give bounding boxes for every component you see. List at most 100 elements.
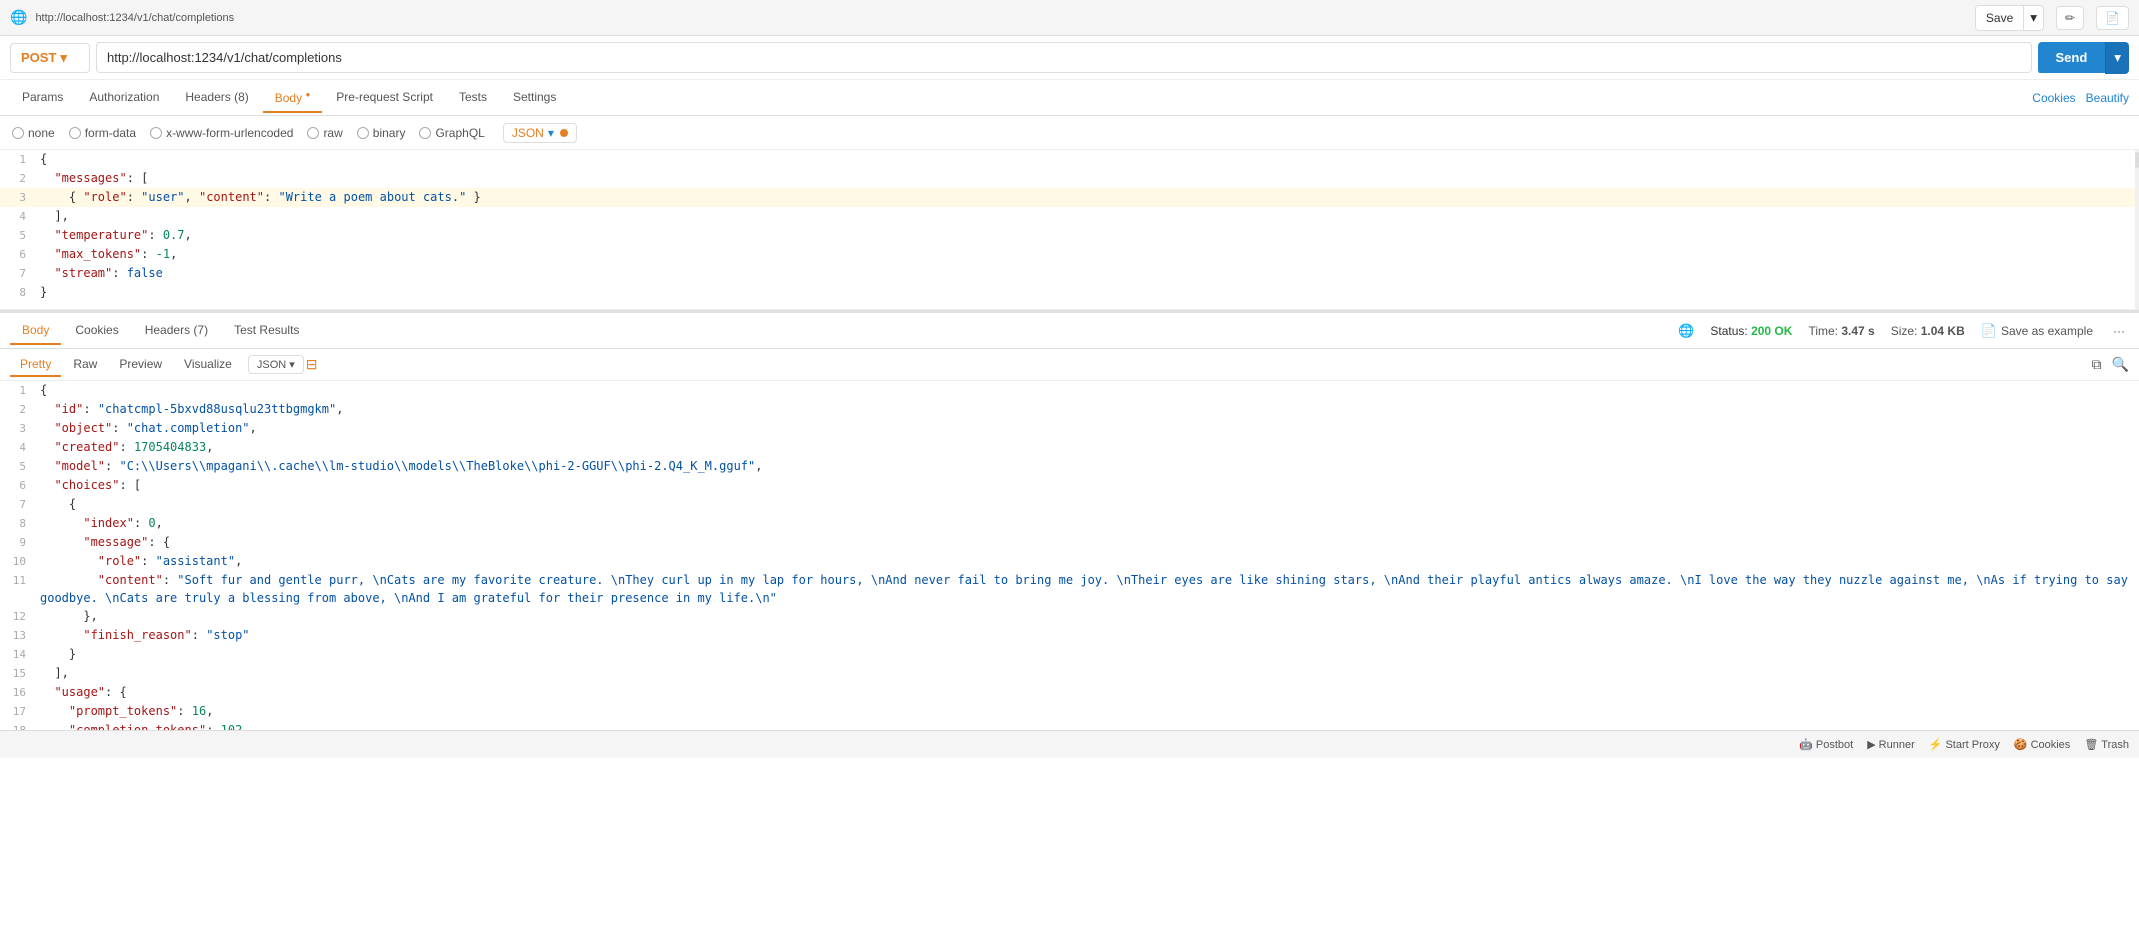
response-section: Body Cookies Headers (7) Test Results 🌐 …: [0, 310, 2139, 730]
radio-binary: [357, 127, 369, 139]
tab-body[interactable]: Body ●: [263, 84, 323, 113]
json-format-select[interactable]: JSON ▾: [503, 123, 577, 143]
save-button[interactable]: Save: [1976, 7, 2023, 29]
rfmt-tab-raw[interactable]: Raw: [63, 353, 107, 377]
save-dropdown-button[interactable]: ▾: [2023, 6, 2043, 30]
req-line-2: 2 "messages": [: [0, 169, 2139, 188]
status-info: 🌐 Status: 200 OK Time: 3.47 s Size: 1.04…: [1678, 323, 2129, 339]
response-code-area[interactable]: 1 { 2 "id": "chatcmpl-5bxvd88usqlu23ttbg…: [0, 381, 2139, 730]
proxy-icon: ⚡: [1929, 738, 1943, 751]
save-icon: 📄: [1981, 323, 1997, 339]
req-line-3: 3 { "role": "user", "content": "Write a …: [0, 188, 2139, 207]
resp-line-17: 17 "prompt_tokens": 16,: [0, 702, 2139, 721]
url-input[interactable]: [96, 42, 2032, 73]
filter-icon[interactable]: ⊟: [306, 356, 318, 373]
tab-pre-request[interactable]: Pre-request Script: [324, 84, 445, 112]
radio-formdata: [69, 127, 81, 139]
body-type-none[interactable]: none: [12, 126, 55, 140]
req-scrollbar-thumb: [2135, 152, 2139, 168]
req-line-7: 7 "stream": false: [0, 264, 2139, 283]
resp-line-7: 7 {: [0, 495, 2139, 514]
more-options-btn[interactable]: ···: [2109, 324, 2129, 338]
postbot-icon: 🤖: [1799, 738, 1813, 751]
tab-settings[interactable]: Settings: [501, 84, 568, 112]
radio-none: [12, 127, 24, 139]
beautify-link[interactable]: Beautify: [2086, 91, 2129, 105]
tab-params[interactable]: Params: [10, 84, 75, 112]
save-btn-group: Save ▾: [1975, 5, 2044, 31]
req-line-5: 5 "temperature": 0.7,: [0, 226, 2139, 245]
resp-json-select[interactable]: JSON ▾: [248, 355, 304, 374]
method-chevron: ▾: [60, 50, 67, 66]
resp-line-12: 12 },: [0, 607, 2139, 626]
resp-line-4: 4 "created": 1705404833,: [0, 438, 2139, 457]
titlebar: 🌐 http://localhost:1234/v1/chat/completi…: [0, 0, 2139, 36]
body-type-raw[interactable]: raw: [307, 126, 342, 140]
resp-line-11: 11 "content": "Soft fur and gentle purr,…: [0, 571, 2139, 607]
req-scrollbar: [2135, 150, 2139, 309]
send-dropdown-button[interactable]: ▾: [2105, 42, 2129, 74]
method-label: POST: [21, 50, 56, 65]
body-type-graphql[interactable]: GraphQL: [419, 126, 484, 140]
resp-line-13: 13 "finish_reason": "stop": [0, 626, 2139, 645]
cookies-btn[interactable]: 🍪 Cookies: [2014, 738, 2070, 751]
resp-line-2: 2 "id": "chatcmpl-5bxvd88usqlu23ttbgmgkm…: [0, 400, 2139, 419]
bottom-bar: 🤖 Postbot ▶ Runner ⚡ Start Proxy 🍪 Cooki…: [0, 730, 2139, 758]
rfmt-tab-visualize[interactable]: Visualize: [174, 353, 242, 377]
resp-line-5: 5 "model": "C:\\Users\\mpagani\\.cache\\…: [0, 457, 2139, 476]
search-button[interactable]: 🔍: [2112, 356, 2129, 373]
body-type-bar: none form-data x-www-form-urlencoded raw…: [0, 116, 2139, 150]
req-line-8: 8 }: [0, 283, 2139, 302]
resp-tab-headers[interactable]: Headers (7): [133, 317, 220, 345]
tab-authorization[interactable]: Authorization: [77, 84, 171, 112]
request-editor[interactable]: 1 { 2 "messages": [ 3 { "role": "user", …: [0, 150, 2139, 310]
edit-icon-button[interactable]: ✏: [2056, 6, 2084, 30]
req-line-4: 4 ],: [0, 207, 2139, 226]
tab-headers[interactable]: Headers (8): [173, 84, 260, 112]
resp-format-bar: Pretty Raw Preview Visualize JSON ▾ ⊟ ⧉ …: [0, 349, 2139, 381]
response-tabs: Body Cookies Headers (7) Test Results 🌐 …: [0, 313, 2139, 349]
radio-raw: [307, 127, 319, 139]
resp-line-6: 6 "choices": [: [0, 476, 2139, 495]
resp-line-1: 1 {: [0, 381, 2139, 400]
resp-line-9: 9 "message": {: [0, 533, 2139, 552]
save-example-btn[interactable]: 📄 Save as example: [1981, 323, 2093, 339]
trash-icon: 🗑: [2084, 738, 2098, 751]
resp-tab-body[interactable]: Body: [10, 317, 61, 345]
send-btn-group: Send ▾: [2038, 42, 2130, 74]
resp-line-15: 15 ],: [0, 664, 2139, 683]
rfmt-tab-preview[interactable]: Preview: [109, 353, 172, 377]
send-button[interactable]: Send: [2038, 42, 2106, 73]
req-line-6: 6 "max_tokens": -1,: [0, 245, 2139, 264]
titlebar-url: http://localhost:1234/v1/chat/completion…: [35, 12, 234, 24]
globe-icon: 🌐: [1678, 323, 1694, 339]
trash-btn[interactable]: 🗑 Trash: [2084, 738, 2129, 751]
postbot-btn[interactable]: 🤖 Postbot: [1799, 738, 1853, 751]
status-badge: Status: 200 OK: [1710, 324, 1792, 338]
doc-icon-button[interactable]: 📄: [2096, 6, 2129, 30]
body-type-formdata[interactable]: form-data: [69, 126, 136, 140]
resp-line-16: 16 "usage": {: [0, 683, 2139, 702]
urlbar: POST ▾ Send ▾: [0, 36, 2139, 80]
copy-button[interactable]: ⧉: [2092, 356, 2102, 373]
size-label: Size: 1.04 KB: [1891, 324, 1965, 338]
body-type-urlencoded[interactable]: x-www-form-urlencoded: [150, 126, 293, 140]
resp-tab-cookies[interactable]: Cookies: [63, 317, 130, 345]
runner-btn[interactable]: ▶ Runner: [1867, 738, 1915, 751]
cookies-link[interactable]: Cookies: [2032, 91, 2075, 105]
resp-tab-test-results[interactable]: Test Results: [222, 317, 311, 345]
radio-graphql: [419, 127, 431, 139]
tab-tests[interactable]: Tests: [447, 84, 499, 112]
body-type-binary[interactable]: binary: [357, 126, 406, 140]
runner-icon: ▶: [1867, 738, 1875, 751]
cookies-icon: 🍪: [2014, 738, 2028, 751]
json-dot: [560, 129, 568, 137]
rfmt-tab-pretty[interactable]: Pretty: [10, 353, 61, 377]
resp-line-10: 10 "role": "assistant",: [0, 552, 2139, 571]
resp-line-3: 3 "object": "chat.completion",: [0, 419, 2139, 438]
req-line-1: 1 {: [0, 150, 2139, 169]
radio-urlencoded: [150, 127, 162, 139]
method-select[interactable]: POST ▾: [10, 43, 90, 73]
start-proxy-btn[interactable]: ⚡ Start Proxy: [1929, 738, 2000, 751]
resp-line-14: 14 }: [0, 645, 2139, 664]
